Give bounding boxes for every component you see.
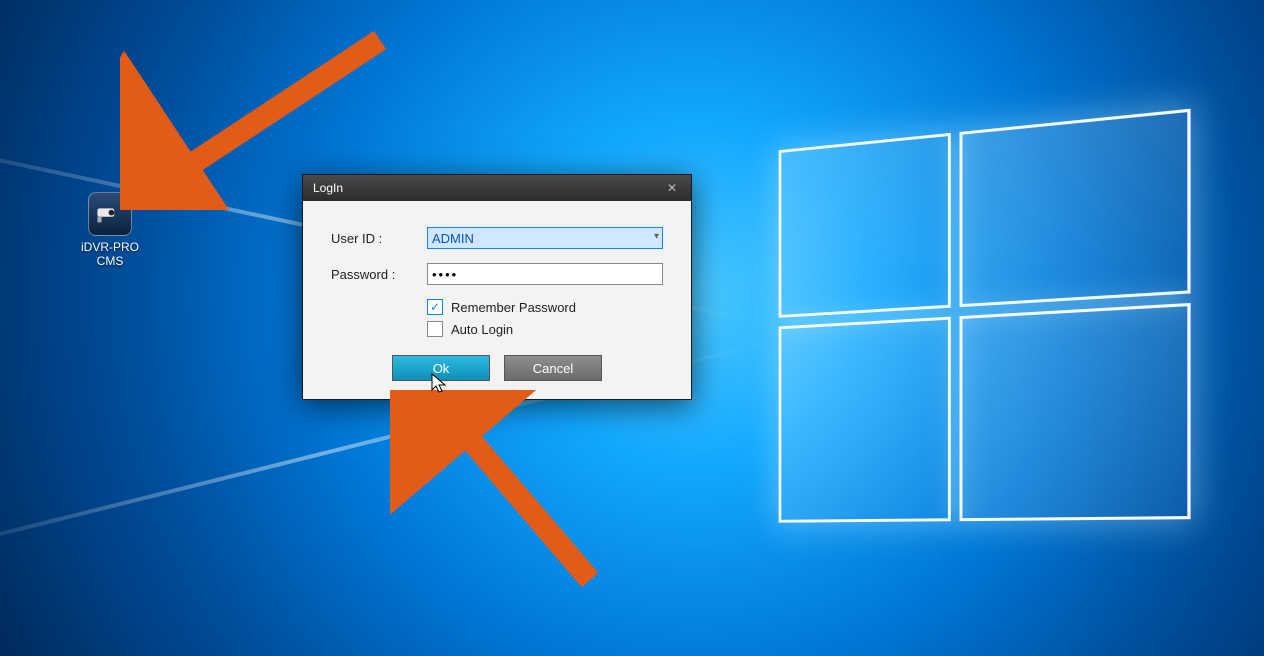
login-dialog: LogIn ✕ User ID : ▾ Password : ✓ Remembe…	[302, 174, 692, 400]
icon-label: iDVR-PROCMS	[78, 240, 142, 268]
user-id-label: User ID :	[331, 231, 427, 246]
camera-icon	[88, 192, 132, 236]
annotation-arrow-to-ok	[390, 390, 610, 600]
dialog-titlebar[interactable]: LogIn ✕	[303, 175, 691, 201]
remember-password-checkbox[interactable]: ✓	[427, 299, 443, 315]
windows-logo-backdrop	[779, 108, 1201, 532]
password-label: Password :	[331, 267, 427, 282]
password-input[interactable]	[427, 263, 663, 285]
remember-password-label: Remember Password	[451, 300, 576, 315]
auto-login-row[interactable]: ✓ Auto Login	[427, 321, 663, 337]
remember-password-row[interactable]: ✓ Remember Password	[427, 299, 663, 315]
user-id-input[interactable]	[427, 227, 663, 249]
auto-login-label: Auto Login	[451, 322, 513, 337]
dialog-title: LogIn	[313, 181, 343, 195]
auto-login-checkbox[interactable]: ✓	[427, 321, 443, 337]
close-icon[interactable]: ✕	[659, 179, 685, 197]
desktop-icon-idvr-cms[interactable]: iDVR-PROCMS	[78, 192, 142, 268]
cancel-button[interactable]: Cancel	[504, 355, 602, 381]
ok-button[interactable]: Ok	[392, 355, 490, 381]
